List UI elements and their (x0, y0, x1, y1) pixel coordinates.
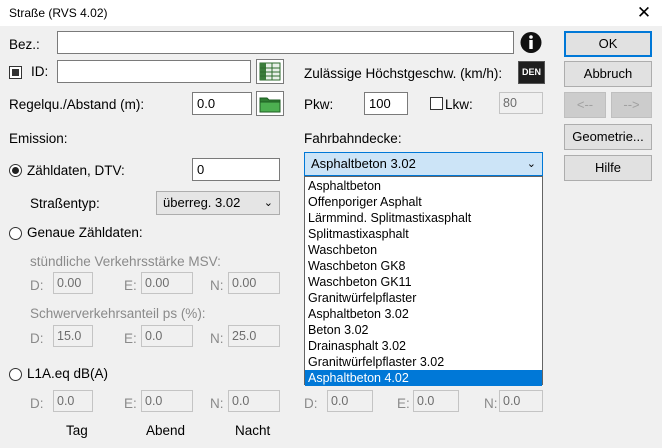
table-button[interactable] (256, 59, 284, 84)
table-icon (259, 62, 281, 81)
l1a-label: L1A.eq dB(A) (27, 366, 109, 381)
dropdown-item[interactable]: Splitmastixasphalt (305, 226, 542, 242)
abend-label: Abend (146, 423, 186, 438)
l1a-n-input[interactable]: 0.0 (228, 390, 280, 412)
fahrbahn-select[interactable]: Asphaltbeton 3.02 ⌄ (304, 152, 543, 176)
ok-button[interactable]: OK (564, 31, 652, 57)
l1a-e-label: E: (124, 396, 137, 411)
fahrbahn-label: Fahrbahndecke: (304, 131, 402, 146)
msv-e-label: E: (124, 278, 137, 293)
regelqu-input[interactable]: 0.0 (192, 92, 252, 115)
l1a-right-n-label: N: (484, 396, 498, 411)
pkw-label: Pkw: (304, 97, 334, 112)
ps-n-label: N: (210, 331, 224, 346)
chevron-down-icon: ⌄ (526, 158, 536, 170)
hilfe-button[interactable]: Hilfe (564, 155, 652, 181)
dropdown-item[interactable]: Waschbeton GK11 (305, 274, 542, 290)
dropdown-item[interactable]: Granitwürfelpflaster (305, 290, 542, 306)
tag-label: Tag (66, 423, 88, 438)
zul-label: Zulässige Höchstgeschw. (km/h): (304, 66, 503, 81)
l1a-d-label: D: (30, 396, 44, 411)
lkw-input[interactable]: 80 (499, 92, 543, 114)
l1a-right-d-input[interactable]: 0.0 (327, 390, 373, 412)
msv-label: stündliche Verkehrsstärke MSV: (30, 254, 221, 269)
strassentyp-select[interactable]: überreg. 3.02 ⌄ (156, 191, 280, 215)
ps-d-input[interactable]: 15.0 (53, 325, 93, 347)
pkw-input[interactable]: 100 (364, 92, 408, 115)
dtv-input[interactable]: 0 (192, 158, 280, 181)
dropdown-item[interactable]: Asphaltbeton (305, 178, 542, 194)
bez-label: Bez.: (9, 37, 40, 52)
folder-button[interactable] (256, 91, 284, 116)
fahrbahn-dropdown-list[interactable]: Asphaltbeton Offenporiger Asphalt Lärmmind… (304, 176, 543, 386)
msv-e-input[interactable]: 0.00 (141, 272, 193, 294)
schwer-label: Schwerverkehrsanteil ps (%): (30, 306, 206, 321)
zaehldaten-label: Zähldaten, DTV: (27, 163, 125, 178)
den-button[interactable]: DEN (518, 61, 545, 84)
window-title: Straße (RVS 4.02) (9, 6, 108, 20)
strassentyp-label: Straßentyp: (30, 196, 100, 211)
l1a-d-input[interactable]: 0.0 (53, 390, 93, 412)
regelqu-label: Regelqu./Abstand (m): (9, 97, 145, 112)
l1a-e-input[interactable]: 0.0 (141, 390, 193, 412)
l1a-n-label: N: (210, 396, 224, 411)
lkw-checkbox[interactable] (430, 97, 443, 110)
abbruch-button[interactable]: Abbruch (564, 61, 652, 87)
id-label: ID: (31, 64, 49, 79)
l1a-radio[interactable] (9, 368, 22, 381)
msv-n-input[interactable]: 0.00 (228, 272, 280, 294)
ps-e-input[interactable]: 0.0 (141, 325, 193, 347)
l1a-right-e-input[interactable]: 0.0 (413, 390, 459, 412)
l1a-right-d-label: D: (304, 396, 318, 411)
close-button[interactable]: ✕ (629, 2, 659, 24)
ps-d-label: D: (30, 331, 44, 346)
prev-button[interactable]: <-- (564, 92, 606, 118)
strassentyp-value: überreg. 3.02 (163, 195, 241, 210)
ps-n-input[interactable]: 25.0 (228, 325, 280, 347)
msv-d-input[interactable]: 0.00 (53, 272, 93, 294)
ps-e-label: E: (124, 331, 137, 346)
dropdown-item[interactable]: Lärmmind. Splitmastixasphalt (305, 210, 542, 226)
msv-n-label: N: (210, 278, 224, 293)
geometrie-button[interactable]: Geometrie... (564, 124, 652, 150)
id-input[interactable] (57, 60, 251, 83)
msv-d-label: D: (30, 278, 44, 293)
next-button[interactable]: --> (611, 92, 652, 118)
fahrbahn-value: Asphaltbeton 3.02 (311, 156, 416, 171)
nacht-label: Nacht (235, 423, 271, 438)
dropdown-item[interactable]: Beton 3.02 (305, 322, 542, 338)
genaue-radio[interactable] (9, 227, 22, 240)
l1a-right-e-label: E: (397, 396, 410, 411)
l1a-right-n-input[interactable]: 0.0 (499, 390, 543, 412)
bez-input[interactable] (57, 31, 514, 54)
id-checkbox[interactable] (9, 66, 22, 79)
info-icon (520, 32, 542, 53)
folder-icon (259, 97, 281, 113)
info-button[interactable] (518, 30, 544, 55)
zaehldaten-radio[interactable] (9, 164, 22, 177)
dropdown-item[interactable]: Drainasphalt 3.02 (305, 338, 542, 354)
dropdown-item[interactable]: Waschbeton GK8 (305, 258, 542, 274)
dropdown-item[interactable]: Granitwürfelpflaster 3.02 (305, 354, 542, 370)
lkw-label: Lkw: (445, 97, 473, 112)
dropdown-item[interactable]: Asphaltbeton 4.02 (305, 370, 542, 386)
chevron-down-icon: ⌄ (263, 197, 273, 209)
dropdown-item[interactable]: Asphaltbeton 3.02 (305, 306, 542, 322)
genaue-label: Genaue Zähldaten: (27, 225, 143, 240)
emission-label: Emission: (9, 131, 68, 146)
dropdown-item[interactable]: Offenporiger Asphalt (305, 194, 542, 210)
dropdown-item[interactable]: Waschbeton (305, 242, 542, 258)
